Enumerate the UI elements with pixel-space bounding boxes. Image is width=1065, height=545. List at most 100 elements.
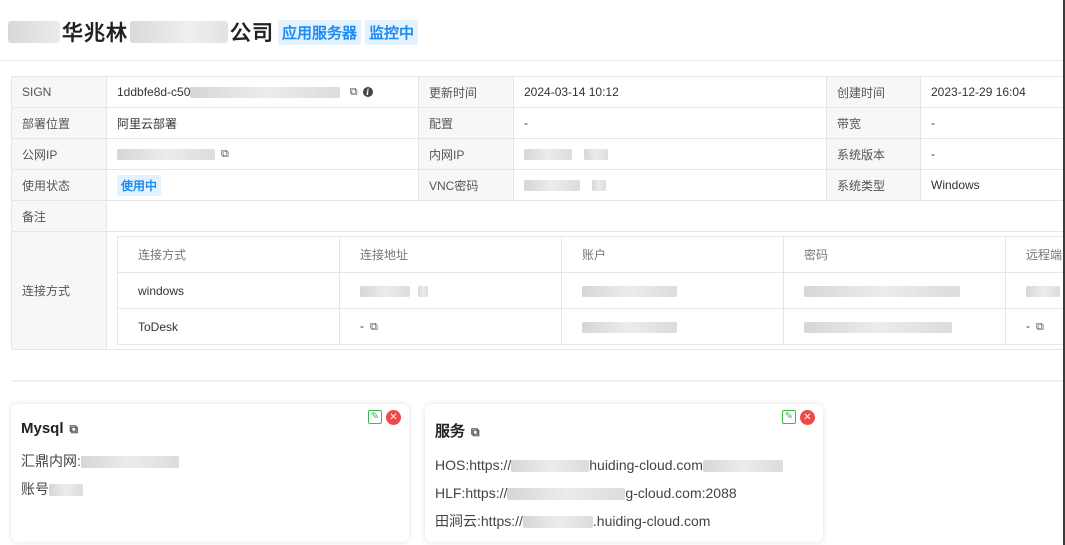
- redacted-text: [190, 86, 341, 98]
- bandwidth-value: -: [920, 107, 1065, 139]
- conn-method: ToDesk: [117, 308, 340, 345]
- card-line: HLF:https:// g-cloud.com:2088: [435, 479, 813, 507]
- page-header: 华兆林 公司 应用服务器 监控中: [8, 16, 419, 48]
- sign-value-cell: 1ddbfe8d-c50 ⧉ i: [106, 76, 419, 108]
- info-row: 使用状态 使用中 VNC密码 系统类型 Windows: [11, 169, 1065, 201]
- service-line-prefix: HLF:https://: [435, 485, 508, 501]
- redacted-text: [582, 321, 677, 333]
- redacted-text: [80, 456, 179, 469]
- status-badge: 使用中: [117, 174, 162, 196]
- service-line-suffix: .huiding-cloud.com: [592, 513, 711, 529]
- service-card: ✎ ✕ 服务 ⧉ HOS:https:// huiding-cloud.com HL…: [425, 404, 823, 542]
- conn-remote-text: -: [1026, 319, 1030, 334]
- info-icon[interactable]: i: [362, 87, 373, 98]
- config-value: -: [513, 107, 827, 139]
- service-line-prefix: HOS:https://: [435, 457, 512, 473]
- deploy-value: 阿里云部署: [106, 107, 419, 139]
- redacted-text: [582, 285, 677, 297]
- redacted-text: [524, 180, 580, 192]
- redacted-text: [117, 148, 215, 160]
- mysql-line-label: 账号: [21, 481, 49, 497]
- os-version-label: 系统版本: [826, 138, 921, 170]
- redacted-text: [592, 180, 606, 192]
- card-line: 汇鼎内网:: [21, 447, 399, 475]
- conn-remote: - ⧉: [1005, 308, 1065, 345]
- service-line-suffix: g-cloud.com:2088: [625, 485, 737, 501]
- service-line-suffix: huiding-cloud.com: [589, 457, 703, 473]
- card-line: 账号: [21, 475, 399, 503]
- updated-value: 2024-03-14 10:12: [513, 76, 827, 108]
- status-value-cell: 使用中: [106, 169, 419, 201]
- connection-table: 连接方式 连接地址 账户 密码 远程端 windows ToDesk - ⧉ -…: [117, 236, 1065, 345]
- redacted-text: [522, 516, 593, 529]
- card-title: 服务 ⧉: [435, 420, 813, 441]
- sign-label: SIGN: [11, 76, 107, 108]
- tag-app-server: 应用服务器: [278, 19, 362, 45]
- server-info-table: SIGN 1ddbfe8d-c50 ⧉ i 更新时间 2024-03-14 10:…: [11, 76, 1065, 350]
- copy-icon[interactable]: ⧉: [471, 425, 480, 440]
- card-title: Mysql ⧉: [21, 420, 399, 437]
- private-ip-label: 内网IP: [418, 138, 514, 170]
- edit-icon[interactable]: ✎: [368, 410, 382, 424]
- card-line: HOS:https:// huiding-cloud.com: [435, 451, 813, 479]
- delete-icon[interactable]: ✕: [800, 410, 815, 425]
- redacted-text: [702, 460, 783, 473]
- copy-icon[interactable]: ⧉: [1036, 320, 1044, 334]
- redacted-text: [1026, 285, 1060, 297]
- service-title: 服务: [435, 423, 466, 440]
- info-row: 连接方式 连接方式 连接地址 账户 密码 远程端 windows ToDesk …: [11, 231, 1065, 350]
- redacted-text: [8, 21, 60, 43]
- info-row: 备注: [11, 200, 1065, 232]
- redacted-text: [130, 21, 228, 43]
- copy-icon[interactable]: ⧉: [70, 422, 79, 437]
- redacted-text: [804, 285, 960, 297]
- redacted-text: [524, 149, 572, 161]
- connection-label: 连接方式: [11, 231, 107, 350]
- status-label: 使用状态: [11, 169, 107, 201]
- private-ip-value: [513, 138, 827, 170]
- created-label: 创建时间: [826, 76, 921, 108]
- conn-password: [783, 308, 1006, 345]
- sign-value: 1ddbfe8d-c50: [117, 84, 191, 99]
- redacted-text: [418, 285, 428, 297]
- table-row: ToDesk - ⧉ - ⧉: [117, 308, 1065, 345]
- card-actions: ✎ ✕: [368, 410, 401, 425]
- tag-monitoring: 监控中: [365, 19, 419, 45]
- conn-account: [561, 308, 784, 345]
- conn-password: [783, 272, 1006, 309]
- public-ip-value: ⧉: [106, 138, 419, 170]
- col-header: 远程端: [1005, 236, 1065, 273]
- edit-icon[interactable]: ✎: [782, 410, 796, 424]
- delete-icon[interactable]: ✕: [386, 410, 401, 425]
- info-row: 部署位置 阿里云部署 配置 - 带宽 -: [11, 107, 1065, 139]
- redacted-text: [584, 149, 608, 161]
- service-line-prefix: 田涧云:https://: [435, 513, 523, 529]
- table-row: windows: [117, 272, 1065, 309]
- col-header: 密码: [783, 236, 1006, 273]
- vnc-label: VNC密码: [418, 169, 514, 201]
- info-row: 公网IP ⧉ 内网IP 系统版本 -: [11, 138, 1065, 170]
- col-header: 连接地址: [339, 236, 562, 273]
- public-ip-label: 公网IP: [11, 138, 107, 170]
- copy-icon[interactable]: ⧉: [350, 85, 358, 99]
- os-type-value: Windows: [920, 169, 1065, 201]
- card-line: 田涧云:https:// .huiding-cloud.com: [435, 507, 813, 535]
- remark-value: [106, 200, 1065, 232]
- card-actions: ✎ ✕: [782, 410, 815, 425]
- mysql-card: ✎ ✕ Mysql ⧉ 汇鼎内网: 账号: [11, 404, 409, 542]
- copy-icon[interactable]: ⧉: [221, 147, 229, 161]
- connection-cell: 连接方式 连接地址 账户 密码 远程端 windows ToDesk - ⧉ -…: [106, 231, 1065, 350]
- redacted-text: [507, 488, 626, 501]
- copy-icon[interactable]: ⧉: [370, 320, 378, 334]
- conn-address-text: -: [360, 319, 364, 334]
- vnc-value: [513, 169, 827, 201]
- section-divider: [11, 380, 1065, 382]
- updated-label: 更新时间: [418, 76, 514, 108]
- mysql-title: Mysql: [21, 420, 64, 437]
- redacted-text: [360, 285, 410, 297]
- page-title: 华兆林: [62, 21, 128, 45]
- remark-label: 备注: [11, 200, 107, 232]
- conn-account: [561, 272, 784, 309]
- bandwidth-label: 带宽: [826, 107, 921, 139]
- redacted-text: [804, 321, 952, 333]
